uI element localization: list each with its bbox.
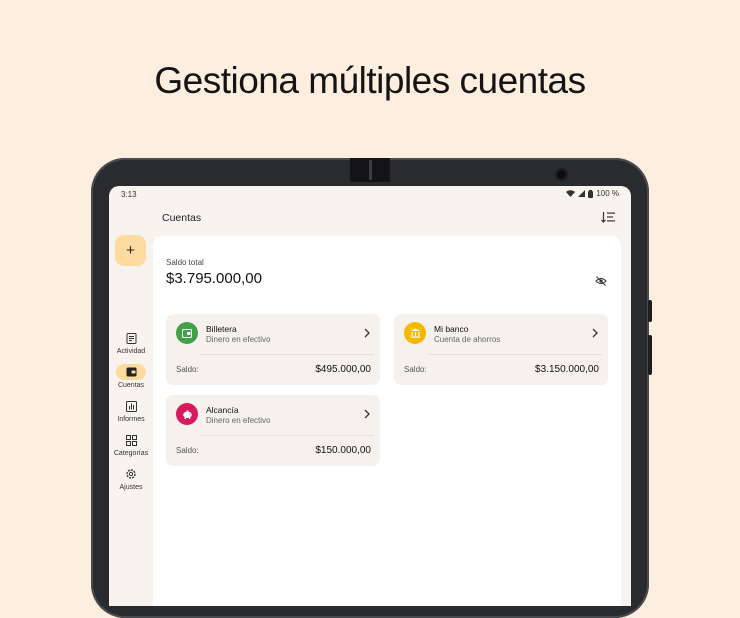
divider	[200, 435, 374, 436]
categories-icon	[125, 434, 137, 446]
account-type: Cuenta de ahorros	[434, 335, 501, 344]
battery-icon	[588, 189, 594, 198]
status-bar: 3:13 100 %	[109, 186, 631, 202]
account-type: Dinero en efectivo	[206, 335, 271, 344]
signal-icon	[578, 190, 586, 197]
nav-item-categorias[interactable]: Categorías	[109, 432, 153, 466]
nav-item-actividad[interactable]: Actividad	[109, 330, 153, 364]
wallet-icon	[126, 367, 136, 377]
account-type: Dinero en efectivo	[206, 416, 271, 425]
account-card-alcancia[interactable]: Alcancía Dinero en efectivo Saldo: $150.…	[166, 395, 380, 466]
account-name: Mi banco	[434, 324, 469, 334]
account-balance: $495.000,00	[315, 364, 371, 375]
nav-label: Cuentas	[117, 382, 145, 389]
balance-label: Saldo:	[176, 446, 199, 455]
total-balance-value: $3.795.000,00	[166, 270, 262, 287]
account-avatar	[176, 403, 198, 425]
piggy-bank-icon	[182, 410, 192, 419]
nav-label: Actividad	[116, 348, 146, 355]
account-card-mi-banco[interactable]: Mi banco Cuenta de ahorros Saldo: $3.150…	[394, 314, 608, 385]
account-balance: $3.150.000,00	[535, 364, 599, 375]
nav-item-informes[interactable]: Informes	[109, 398, 153, 432]
side-button	[648, 335, 652, 375]
hinge-gap	[369, 160, 372, 180]
account-name: Billetera	[206, 324, 237, 334]
sort-button[interactable]	[601, 210, 617, 224]
account-balance: $150.000,00	[315, 445, 371, 456]
chevron-right-icon	[364, 409, 370, 419]
screen: 3:13 100 % Cuentas + Actividad Cuentas I…	[109, 186, 631, 606]
divider	[200, 354, 374, 355]
chevron-right-icon	[364, 328, 370, 338]
navigation-rail: Actividad Cuentas Informes Categorías Aj…	[109, 330, 153, 500]
eye-off-icon	[595, 276, 607, 286]
settings-icon	[126, 469, 136, 479]
status-time: 3:13	[121, 190, 137, 199]
accounts-panel: Saldo total $3.795.000,00 Billetera Dine…	[153, 236, 621, 606]
account-card-billetera[interactable]: Billetera Dinero en efectivo Saldo: $495…	[166, 314, 380, 385]
battery-percent: 100 %	[596, 189, 619, 198]
add-account-button[interactable]: +	[115, 235, 146, 266]
nav-label: Categorías	[113, 450, 149, 457]
nav-label: Informes	[117, 416, 145, 423]
chart-icon	[125, 400, 137, 412]
divider	[428, 354, 602, 355]
side-button	[648, 300, 652, 322]
account-avatar	[404, 322, 426, 344]
balance-label: Saldo:	[176, 365, 199, 374]
balance-label: Saldo:	[404, 365, 427, 374]
camera	[557, 170, 566, 179]
page-title: Cuentas	[162, 212, 202, 224]
sort-icon	[601, 212, 615, 223]
bank-icon	[410, 328, 420, 338]
account-avatar	[176, 322, 198, 344]
wifi-icon	[566, 190, 576, 197]
hide-balance-button[interactable]	[595, 273, 609, 286]
plus-icon: +	[126, 242, 135, 259]
wallet-icon	[182, 328, 192, 338]
total-balance-label: Saldo total	[166, 258, 204, 267]
activity-icon	[126, 332, 136, 344]
headline: Gestiona múltiples cuentas	[154, 60, 586, 101]
account-name: Alcancía	[206, 405, 239, 415]
chevron-right-icon	[592, 328, 598, 338]
nav-item-ajustes[interactable]: Ajustes	[109, 466, 153, 500]
nav-label: Ajustes	[119, 484, 143, 491]
nav-item-cuentas[interactable]: Cuentas	[109, 364, 153, 398]
